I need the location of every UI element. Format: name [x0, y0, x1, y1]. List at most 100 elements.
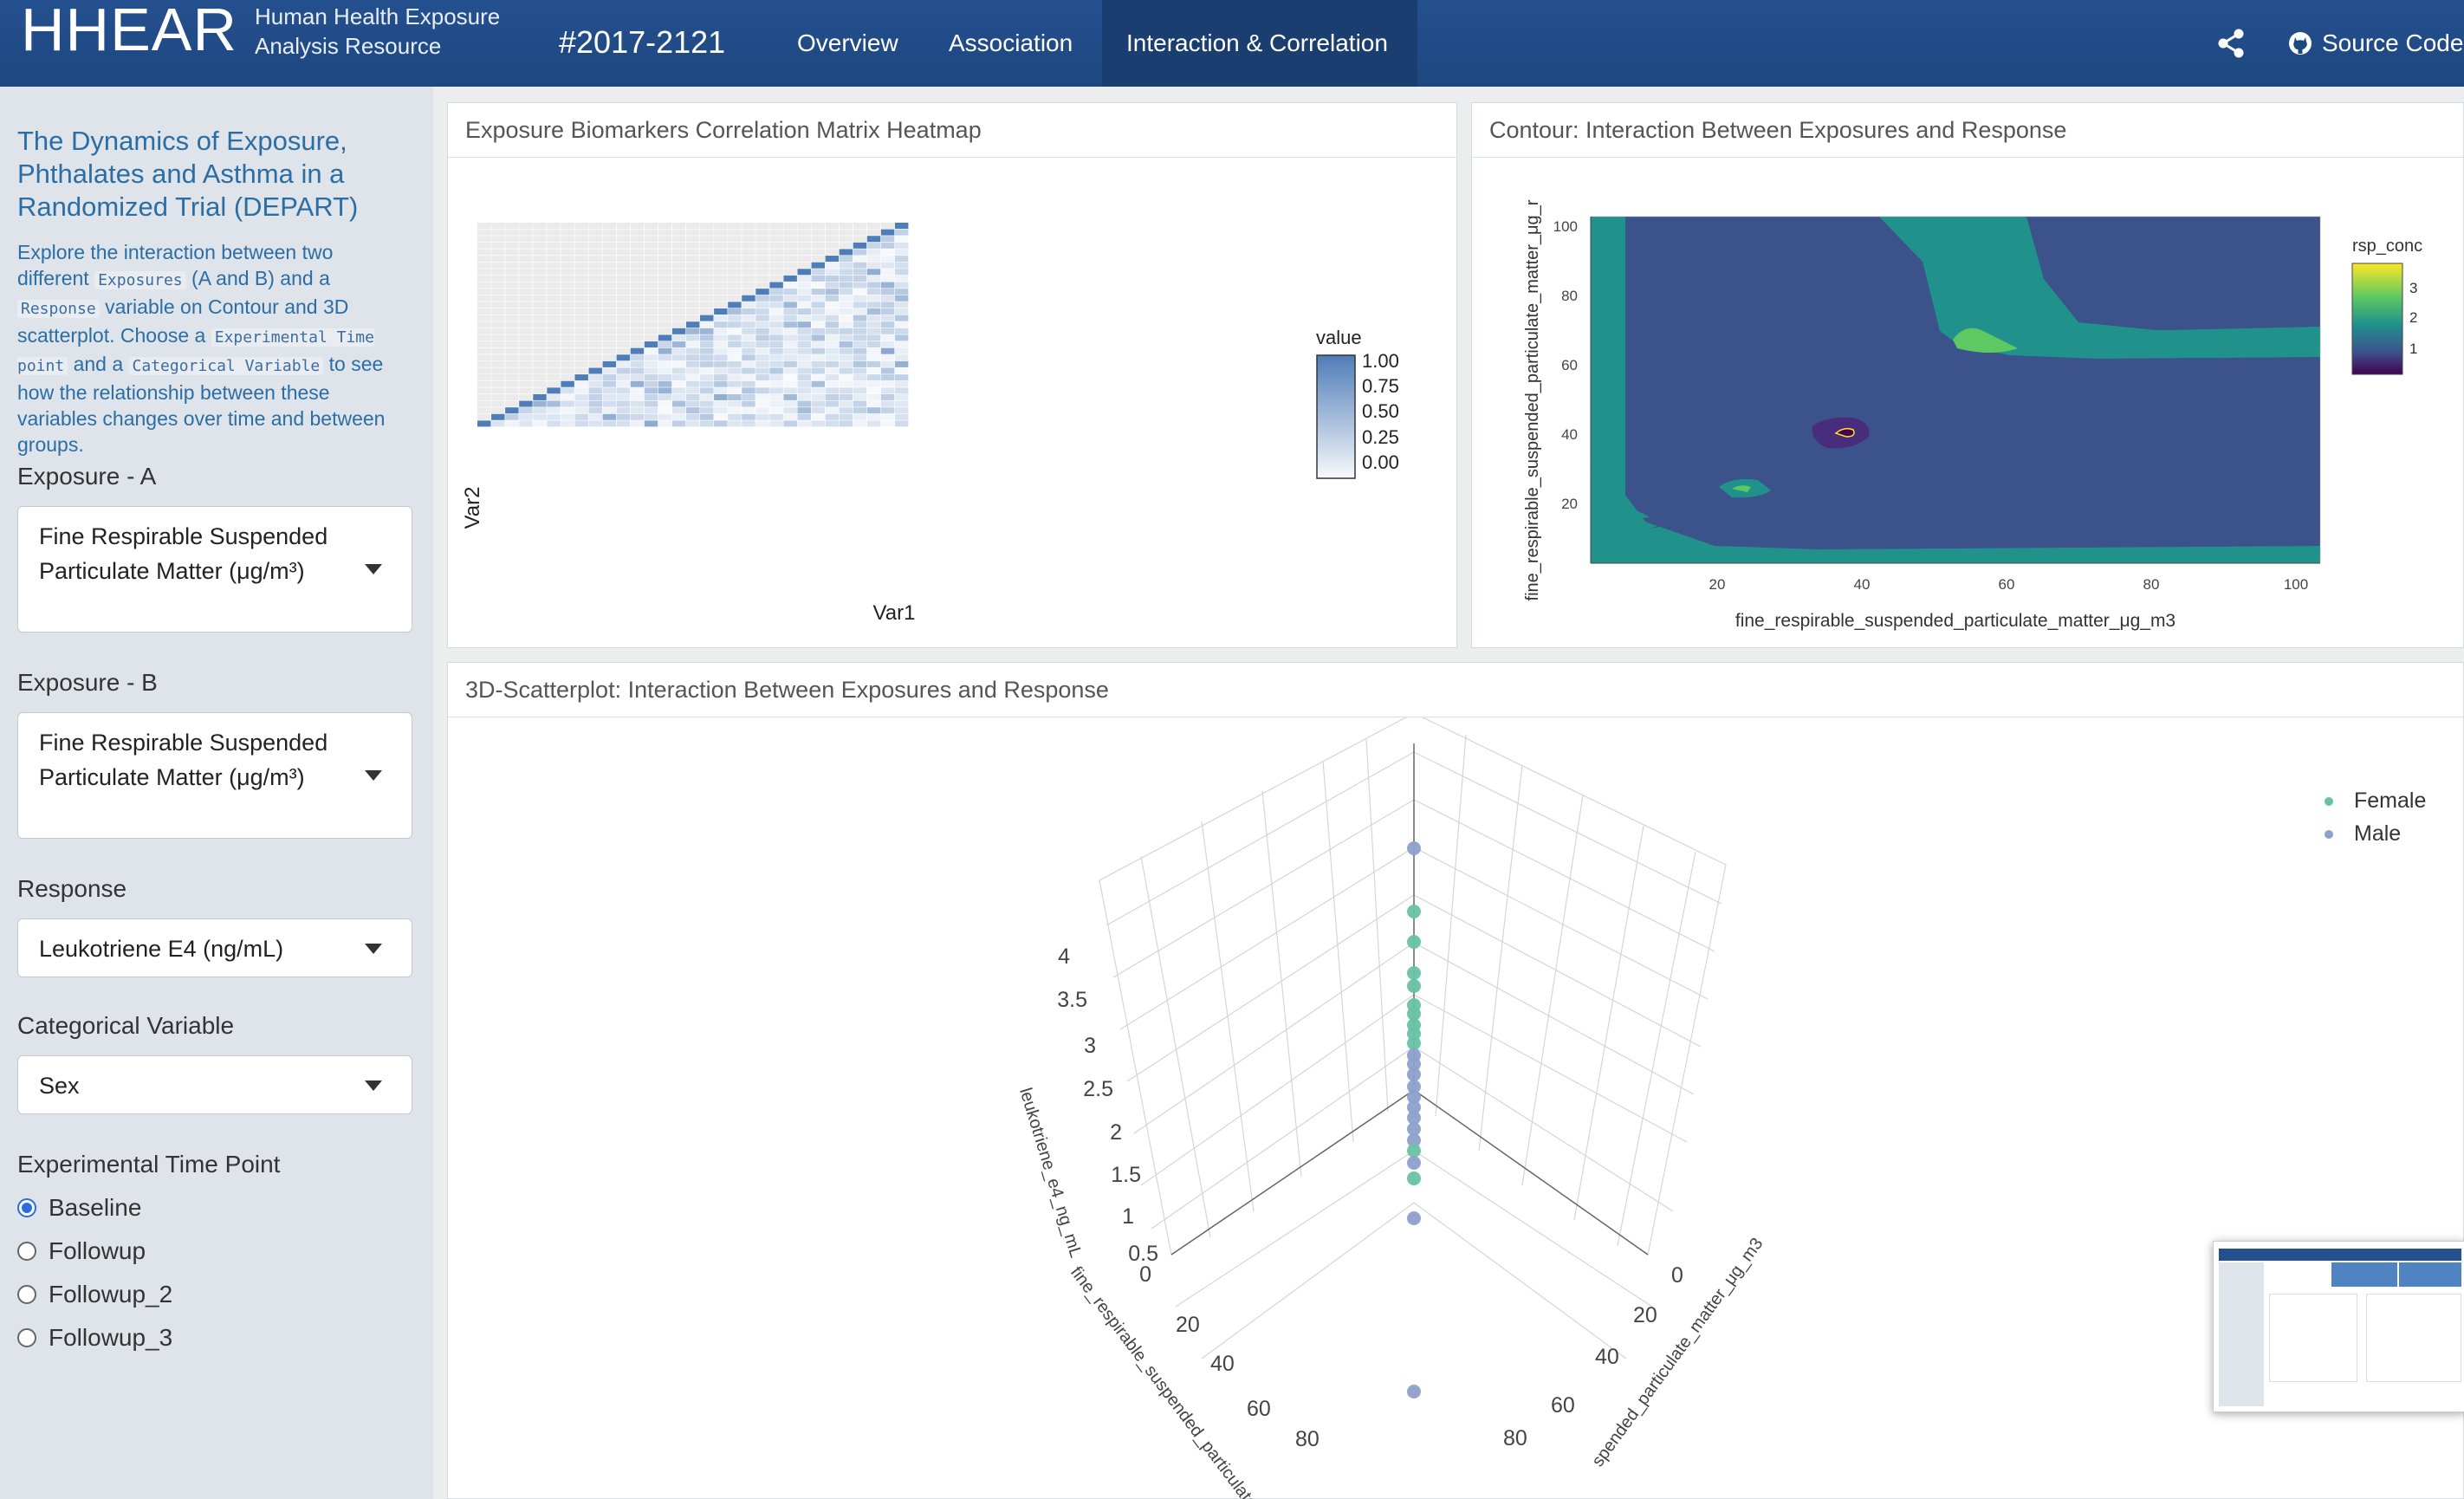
exposure-b-select[interactable]: Fine Respirable Suspended Particulate Ma… [17, 712, 412, 839]
heatmap-colorbar [1316, 354, 1356, 479]
heatmap-cell [588, 269, 602, 276]
heatmap-cell [574, 328, 588, 334]
heatmap-cell [811, 367, 826, 374]
heatmap-cell [561, 315, 574, 321]
radio-circle[interactable] [17, 1285, 36, 1304]
heatmap-cell [894, 262, 909, 269]
scatter-point[interactable] [1407, 1385, 1421, 1398]
heatmap-cell [616, 308, 631, 315]
scatter-point[interactable] [1407, 841, 1421, 855]
heatmap-cell [839, 302, 853, 308]
heatmap-cell [533, 321, 547, 328]
heatmap-cell [588, 242, 602, 249]
heatmap-cell [561, 328, 574, 334]
heatmap-cell [477, 367, 491, 374]
scatter-point[interactable] [1407, 966, 1421, 980]
z-tick: 2.5 [1083, 1077, 1113, 1101]
heatmap-cell [700, 315, 714, 321]
heatmap-cell [671, 249, 686, 256]
legend-female[interactable]: Female [2325, 788, 2426, 814]
scatter-point[interactable] [1407, 979, 1421, 993]
heatmap-cell [769, 223, 783, 230]
heatmap-cell [477, 289, 491, 295]
heatmap-cell [533, 302, 547, 308]
tab-association[interactable]: Association [949, 29, 1073, 57]
heatmap-cell [685, 275, 700, 282]
heatmap-cell [797, 262, 811, 269]
heatmap-cell [630, 275, 645, 282]
heatmap-cell [547, 334, 561, 341]
heatmap-cell [783, 374, 797, 381]
heatmap-cell [742, 413, 755, 420]
heatmap-plot[interactable]: Var1 Var2 value 1.00 0.75 0.50 0.25 0.00 [448, 158, 1456, 648]
heatmap-cell [685, 315, 700, 321]
heatmap-cell [574, 374, 588, 381]
radio-followup-3[interactable]: Followup_3 [17, 1324, 172, 1352]
heatmap-cell [602, 387, 617, 394]
heatmap-cell [866, 334, 881, 341]
heatmap-cell [547, 380, 561, 387]
heatmap-cell [561, 229, 574, 236]
share-icon[interactable] [2214, 26, 2249, 61]
heatmap-cell [671, 380, 686, 387]
heatmap-cell [728, 407, 742, 414]
heatmap-cell [671, 387, 686, 394]
heatmap-cell [519, 308, 533, 315]
screenshot-thumbnail[interactable] [2213, 1241, 2464, 1412]
heatmap-cell [880, 347, 895, 354]
scatter-point[interactable] [1407, 1144, 1421, 1158]
heatmap-cell [630, 407, 645, 414]
heatmap-cell [783, 380, 797, 387]
radio-followup-2[interactable]: Followup_2 [17, 1281, 172, 1308]
brand-logo[interactable]: HHEAR [21, 0, 237, 64]
heatmap-cell [547, 295, 561, 302]
heatmap-cell [769, 374, 783, 381]
radio-circle-checked[interactable] [17, 1198, 36, 1217]
z-tick: 1.5 [1111, 1163, 1141, 1187]
source-code-link[interactable]: Source Code [2287, 29, 2463, 57]
scatter-point[interactable] [1407, 1156, 1421, 1170]
heatmap-cell [658, 242, 672, 249]
heatmap-cell [853, 400, 867, 407]
heatmap-cell [685, 407, 700, 414]
heatmap-cell [825, 380, 840, 387]
radio-baseline[interactable]: Baseline [17, 1194, 141, 1222]
heatmap-cell [811, 328, 826, 334]
heatmap-cell [644, 393, 658, 400]
radio-circle[interactable] [17, 1328, 36, 1347]
heatmap-cell [533, 236, 547, 243]
heatmap-cell [561, 374, 574, 381]
scatter-point[interactable] [1407, 1036, 1421, 1050]
legend-male[interactable]: Male [2325, 821, 2401, 847]
x-tick: 60 [1247, 1397, 1271, 1421]
exposure-a-select[interactable]: Fine Respirable Suspended Particulate Ma… [17, 506, 412, 633]
chevron-down-icon [365, 770, 382, 781]
heatmap-cell [728, 269, 742, 276]
scatter-point[interactable] [1407, 905, 1421, 918]
heatmap-cell [574, 393, 588, 400]
heatmap-cell [714, 302, 728, 308]
categorical-select[interactable]: Sex [17, 1055, 412, 1114]
heatmap-cell [866, 387, 881, 394]
scatter-point[interactable] [1407, 935, 1421, 949]
heatmap-cell [685, 420, 700, 427]
scatter-point[interactable] [1407, 1171, 1421, 1185]
heatmap-cell [491, 282, 505, 289]
heatmap-cell [742, 289, 755, 295]
scatter-point[interactable] [1407, 1067, 1421, 1081]
heatmap-cell [491, 321, 505, 328]
heatmap-cell [519, 354, 533, 361]
heatmap-cell [658, 393, 672, 400]
heatmap-cell [700, 328, 714, 334]
tab-overview[interactable]: Overview [797, 29, 898, 57]
heatmap-cell [769, 308, 783, 315]
scatter-point[interactable] [1407, 1211, 1421, 1225]
contour-plot[interactable]: 20 40 60 80 100 100 80 60 40 20 fine_res… [1472, 158, 2463, 648]
heatmap-cell [477, 360, 491, 367]
response-select[interactable]: Leukotriene E4 (ng/mL) [17, 918, 412, 977]
radio-followup[interactable]: Followup [17, 1237, 146, 1265]
tab-interaction-correlation[interactable]: Interaction & Correlation [1126, 29, 1388, 57]
radio-circle[interactable] [17, 1242, 36, 1261]
heatmap-cell [477, 321, 491, 328]
scatter3d-plot[interactable]: 4 3.5 3 2.5 2 1.5 1 0.5 0 leukotriene_e4… [448, 717, 2463, 1499]
